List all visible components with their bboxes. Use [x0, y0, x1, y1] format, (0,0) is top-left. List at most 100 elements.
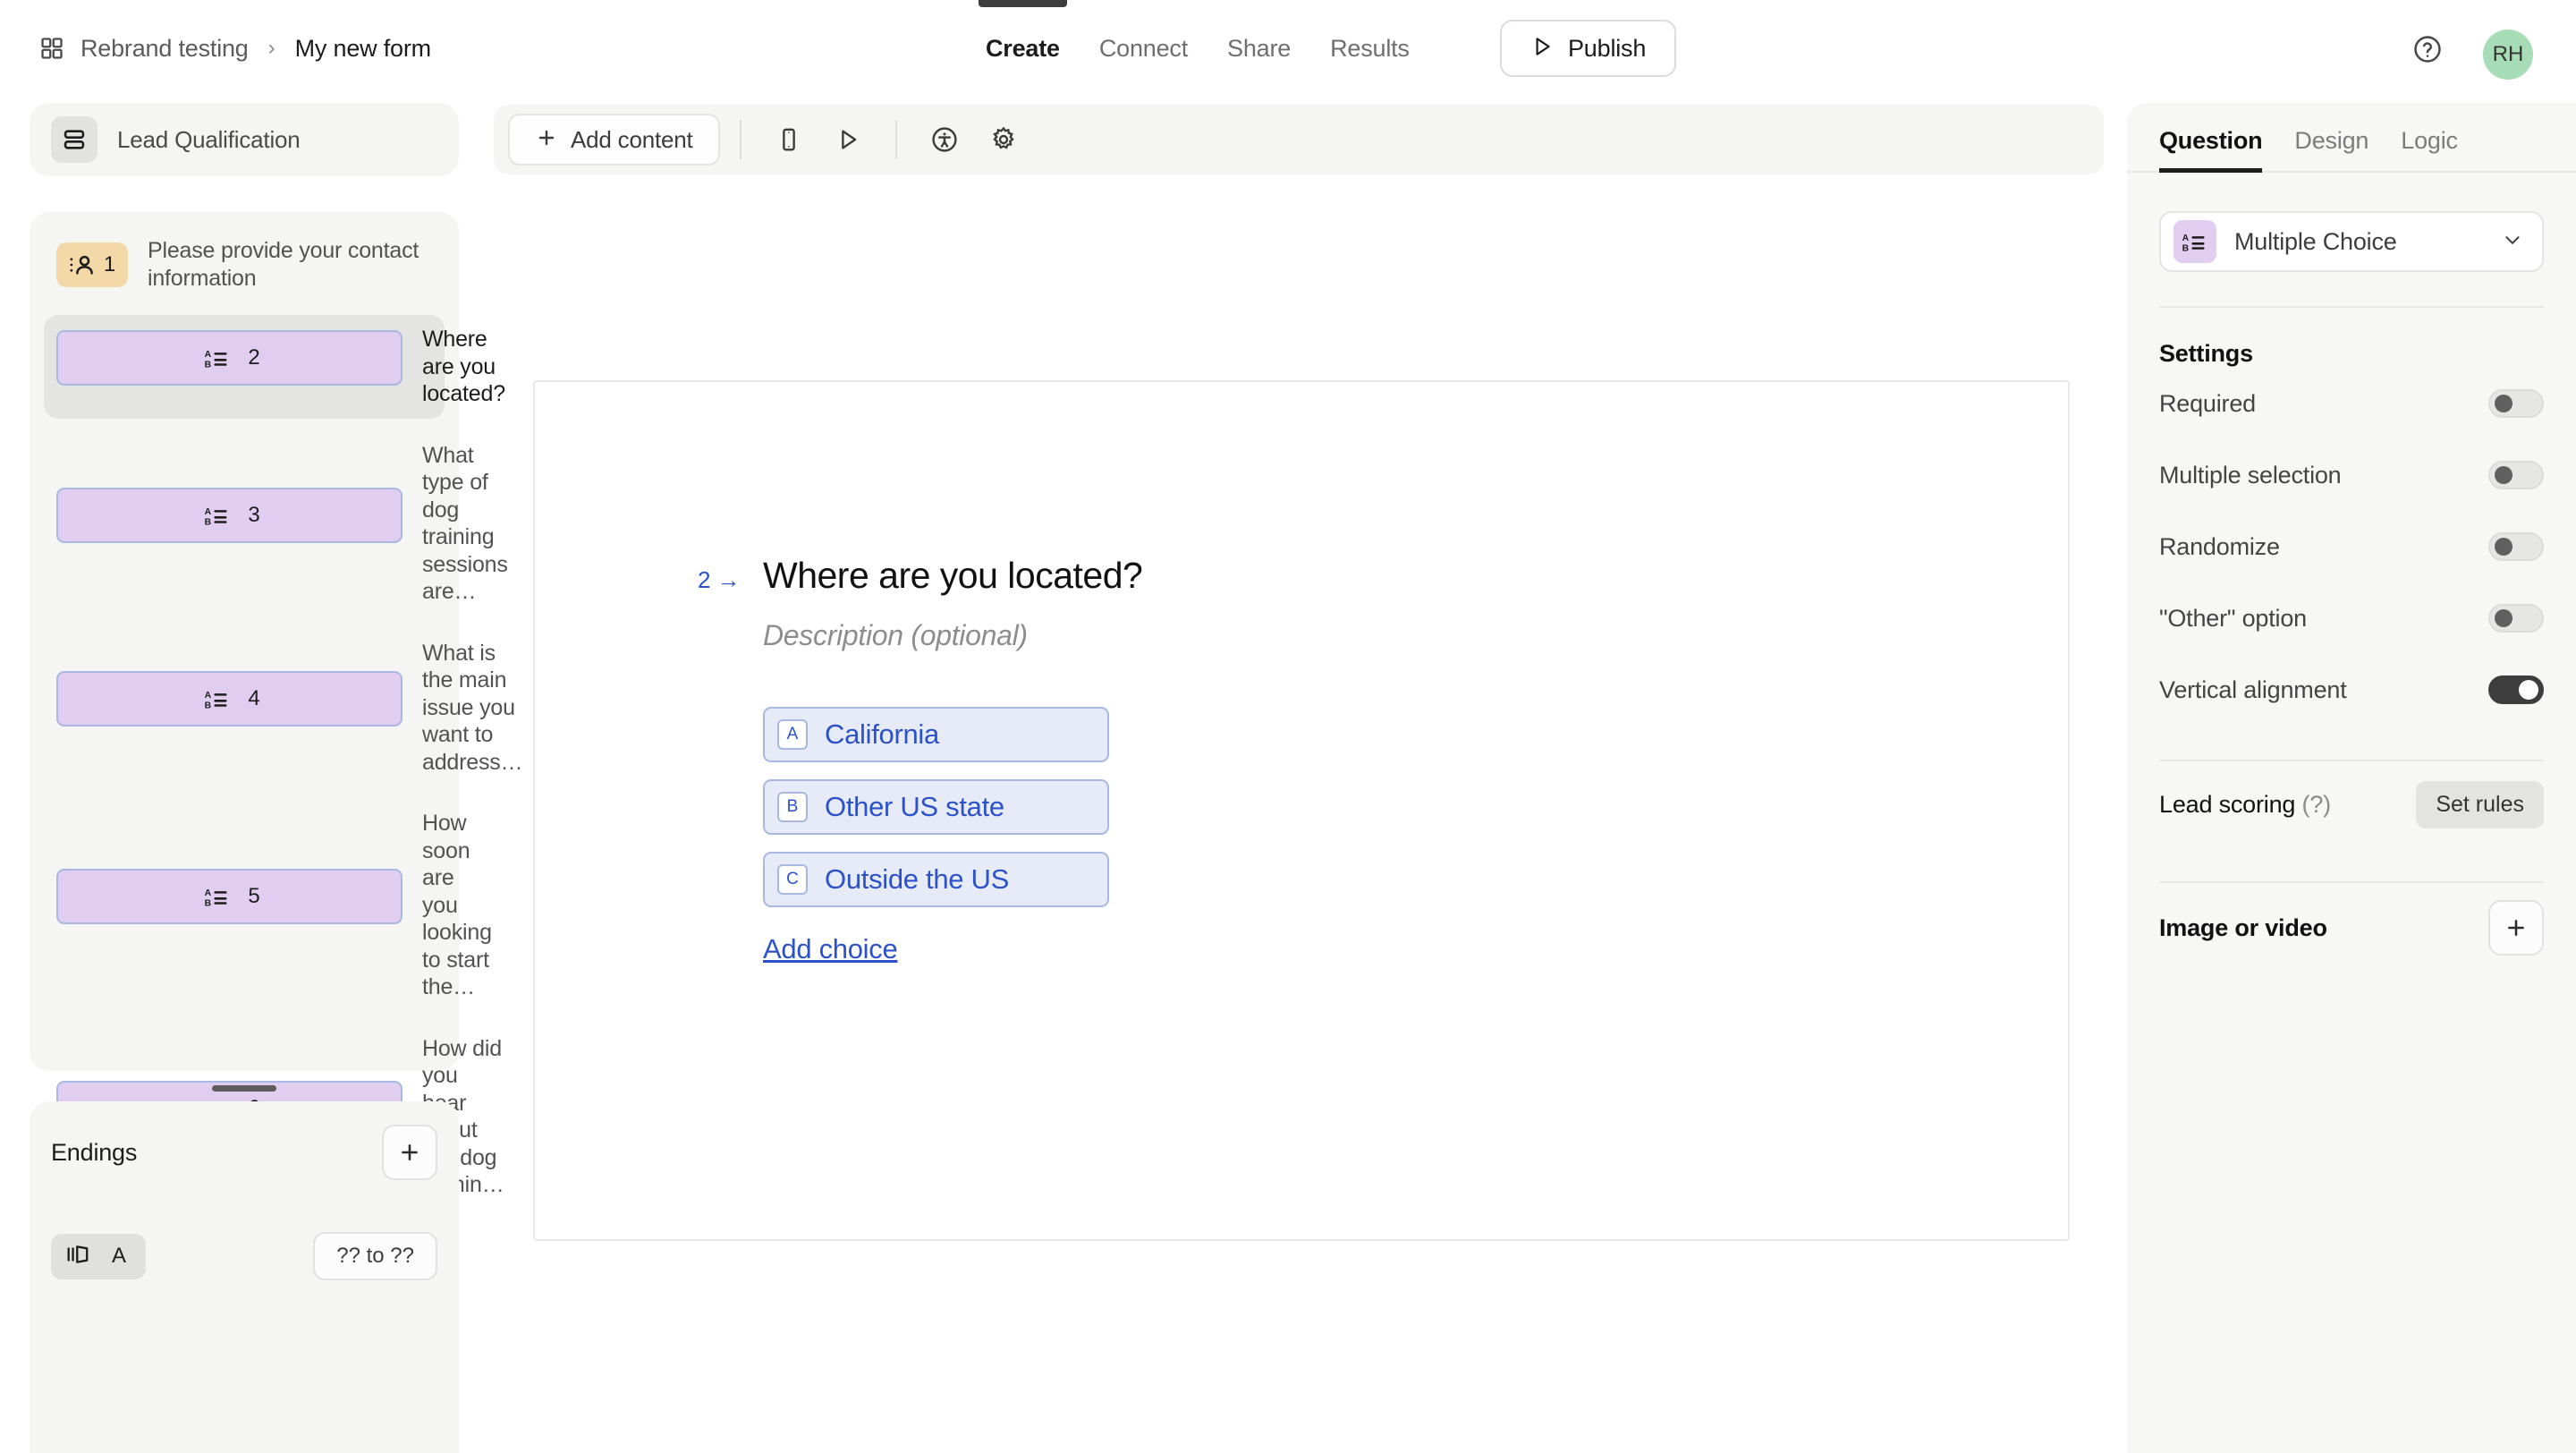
set-rules-button[interactable]: Set rules	[2416, 780, 2544, 828]
choice-text: Other US state	[825, 791, 1004, 822]
choice-option-a[interactable]: A California	[763, 707, 1109, 762]
lead-scoring-hint-icon[interactable]: (?)	[2302, 791, 2332, 818]
endings-panel: Endings A ?? to ??	[30, 1101, 459, 1453]
tab-design[interactable]: Design	[2294, 127, 2383, 171]
add-ending-button[interactable]	[382, 1125, 437, 1180]
preview-play-icon[interactable]	[820, 112, 876, 167]
avatar[interactable]: RH	[2483, 30, 2533, 80]
question-label: What is the main issue you want to addre…	[422, 640, 523, 775]
question-type-select[interactable]: A B Multiple Choice	[2159, 211, 2544, 272]
question-number: 1	[103, 251, 116, 276]
right-panel-tabs: Question Design Logic	[2127, 103, 2576, 173]
question-type-label: Multiple Choice	[2234, 227, 2397, 255]
question-label: How soon are you looking to start the…	[422, 811, 492, 999]
choice-key-badge: A	[777, 719, 808, 750]
setting-other-option: "Other" option	[2159, 582, 2544, 654]
multiple-choice-icon: A B 5	[56, 869, 402, 925]
gear-icon[interactable]	[976, 112, 1031, 167]
tab-logic[interactable]: Logic	[2401, 127, 2472, 171]
nav-tab-share[interactable]: Share	[1208, 0, 1310, 97]
svg-text:A: A	[205, 350, 212, 360]
ending-chip[interactable]: A	[51, 1233, 147, 1279]
svg-text:A: A	[2182, 234, 2190, 243]
breadcrumb-workspace[interactable]: Rebrand testing	[80, 35, 249, 63]
vertical-alignment-toggle[interactable]	[2488, 676, 2544, 704]
canvas-description-placeholder[interactable]: Description (optional)	[763, 619, 1028, 652]
canvas-toolbar: Add content	[494, 105, 2104, 174]
required-toggle[interactable]	[2488, 389, 2544, 418]
setting-required: Required	[2159, 368, 2544, 439]
question-group-header[interactable]: Lead Qualification	[30, 103, 459, 176]
nav-tab-create[interactable]: Create	[966, 0, 1080, 97]
question-number: 2	[248, 345, 260, 370]
question-label: Where are you located?	[422, 327, 505, 406]
left-sidebar: Lead Qualification 1 Please provide your…	[30, 103, 523, 1453]
endings-header: Endings	[51, 1125, 437, 1180]
contact-info-icon: 1	[56, 242, 128, 287]
choice-text: Outside the US	[825, 863, 1010, 895]
choice-option-c[interactable]: C Outside the US	[763, 852, 1109, 907]
svg-text:B: B	[205, 361, 212, 370]
svg-text:B: B	[205, 517, 212, 527]
add-content-button[interactable]: Add content	[508, 114, 720, 166]
toggle-knob	[2495, 395, 2512, 412]
setting-label: Vertical alignment	[2159, 676, 2347, 703]
svg-text:B: B	[205, 701, 212, 711]
setting-label: Randomize	[2159, 532, 2280, 560]
publish-button[interactable]: Publish	[1500, 20, 1677, 77]
top-bar: Rebrand testing › My new form Create Con…	[0, 0, 2576, 97]
settings-section-title: Settings	[2159, 340, 2253, 367]
question-list-item-3[interactable]: A B 3 What type of dog training sessions…	[44, 431, 508, 616]
publish-play-icon	[1530, 35, 1554, 63]
breadcrumb-form-name[interactable]: My new form	[295, 35, 432, 63]
choice-key-badge: C	[777, 864, 808, 895]
group-stack-icon	[51, 116, 97, 163]
question-list-item-4[interactable]: A B 4 What is the main issue you want to…	[44, 629, 523, 787]
setting-randomize: Randomize	[2159, 511, 2544, 582]
setting-vertical-alignment: Vertical alignment	[2159, 654, 2544, 726]
question-label: What type of dog training sessions are…	[422, 442, 508, 605]
svg-text:A: A	[205, 888, 212, 898]
right-panel: Question Design Logic A B Multiple Choic…	[2127, 103, 2576, 1453]
main-nav-tabs: Create Connect Share Results	[966, 0, 1429, 97]
help-icon[interactable]	[2412, 34, 2443, 64]
lead-scoring-row: Lead scoring (?) Set rules	[2159, 761, 2544, 847]
ending-card-icon	[65, 1242, 92, 1271]
canvas-question-title[interactable]: Where are you located?	[763, 555, 1143, 597]
mobile-preview-icon[interactable]	[761, 112, 817, 167]
panel-divider-1	[2159, 306, 2544, 308]
nav-tab-connect[interactable]: Connect	[1080, 0, 1208, 97]
accessibility-icon[interactable]	[917, 112, 972, 167]
question-number: 3	[248, 502, 260, 527]
other-option-toggle[interactable]	[2488, 604, 2544, 633]
choice-option-b[interactable]: B Other US state	[763, 779, 1109, 835]
workspace-grid-icon[interactable]	[39, 36, 64, 61]
toggle-knob	[2495, 609, 2512, 627]
add-media-button[interactable]	[2488, 900, 2544, 956]
toggle-knob	[2495, 466, 2512, 484]
ending-list-item: A ?? to ??	[51, 1232, 437, 1280]
tab-question[interactable]: Question	[2159, 127, 2276, 173]
add-choice-link[interactable]: Add choice	[763, 933, 898, 965]
question-list-item-5[interactable]: A B 5 How soon are you looking to start …	[44, 799, 492, 1012]
question-list-item-1[interactable]: 1 Please provide your contact informatio…	[44, 226, 445, 302]
breadcrumb: Rebrand testing › My new form	[39, 35, 431, 63]
canvas-question-number: 2 →	[698, 566, 740, 594]
publish-label: Publish	[1568, 34, 1647, 62]
multiple-choice-icon: A B	[2174, 220, 2216, 263]
breadcrumb-separator: ›	[267, 36, 275, 60]
add-content-label: Add content	[571, 125, 693, 153]
form-builder-app: Rebrand testing › My new form Create Con…	[0, 0, 2576, 1453]
sidebar-resize-handle[interactable]	[212, 1085, 276, 1092]
nav-tab-results[interactable]: Results	[1310, 0, 1429, 97]
question-list-item-2[interactable]: A B 2 Where are you located?	[44, 315, 505, 419]
group-title: Lead Qualification	[117, 125, 301, 153]
svg-text:A: A	[205, 691, 212, 701]
choice-key-badge: B	[777, 792, 808, 822]
image-or-video-label: Image or video	[2159, 913, 2327, 941]
question-list-panel: 1 Please provide your contact informatio…	[30, 212, 523, 1197]
ending-range-badge[interactable]: ?? to ??	[313, 1232, 437, 1280]
multiple-selection-toggle[interactable]	[2488, 461, 2544, 489]
chevron-down-icon	[2501, 228, 2524, 256]
randomize-toggle[interactable]	[2488, 532, 2544, 561]
